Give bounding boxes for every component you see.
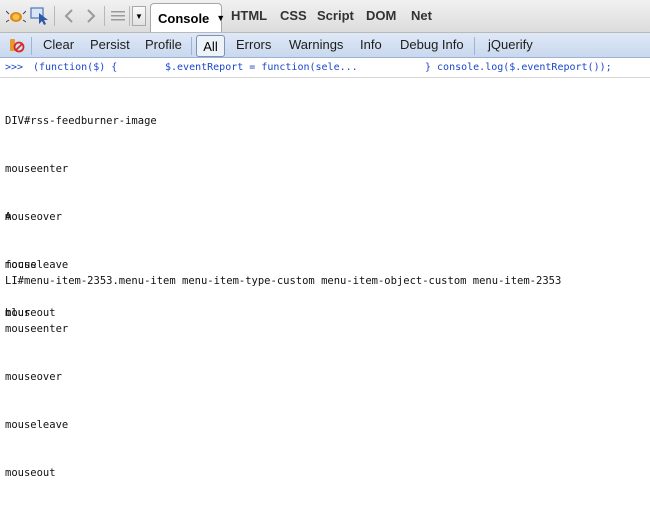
tab-css[interactable]: CSS [280, 8, 307, 23]
profile-button[interactable]: Profile [145, 37, 182, 52]
command-text-end: } console.log($.eventReport()); [425, 62, 612, 73]
tab-script[interactable]: Script [317, 8, 354, 23]
chevron-down-icon[interactable]: ▼ [216, 13, 225, 23]
persist-button[interactable]: Persist [90, 37, 130, 52]
log-line: mouseenter [5, 323, 69, 335]
menu-icon[interactable] [107, 6, 129, 26]
log-group: LI#menu-item-2353.menu-item menu-item-ty… [5, 241, 561, 513]
log-line: mouseenter [5, 163, 69, 175]
tab-net[interactable]: Net [411, 8, 432, 23]
console-toolbar: Clear Persist Profile All Errors Warning… [0, 33, 650, 58]
inspect-pointer-icon[interactable] [29, 6, 51, 26]
log-line: mouseleave [5, 419, 69, 431]
filter-all-button[interactable]: All [196, 35, 225, 57]
tab-dom[interactable]: DOM [366, 8, 396, 23]
log-line: mouseover [5, 371, 62, 383]
toolbar-separator [191, 37, 192, 55]
toolbar-separator [474, 37, 475, 55]
command-line[interactable]: >>> (function($) { $.eventReport = funct… [0, 58, 650, 78]
command-prompt: >>> [5, 62, 24, 73]
panel-dropdown-button[interactable]: ▼ [132, 6, 146, 26]
forward-icon[interactable] [80, 6, 102, 26]
toolbar-separator [104, 6, 105, 26]
command-text-middle: $.eventReport = function(sele... [165, 62, 358, 73]
log-line: LI#menu-item-2353.menu-item menu-item-ty… [5, 275, 562, 287]
toolbar-separator [31, 37, 32, 55]
log-line: A [5, 211, 12, 223]
filter-info-button[interactable]: Info [360, 37, 382, 52]
firebug-bug-icon[interactable] [5, 6, 27, 26]
command-text-start: (function($) { [33, 62, 118, 73]
filter-debug-info-button[interactable]: Debug Info [400, 37, 464, 52]
filter-all-label: All [203, 38, 218, 54]
tab-html[interactable]: HTML [231, 8, 267, 23]
tab-console[interactable]: Console ▼ [150, 3, 225, 32]
back-icon[interactable] [58, 6, 80, 26]
clear-console-icon[interactable] [5, 35, 27, 55]
log-line: mouseout [5, 467, 56, 479]
clear-button[interactable]: Clear [43, 37, 74, 52]
dropdown-arrow-icon: ▼ [135, 11, 143, 21]
tab-console-label: Console [158, 10, 210, 26]
jquerify-button[interactable]: jQuerify [488, 37, 533, 52]
filter-warnings-button[interactable]: Warnings [289, 37, 343, 52]
toolbar-separator [54, 6, 55, 26]
firebug-tab-bar: ▼ Console ▼ HTML CSS Script DOM Net [0, 0, 650, 33]
log-line: DIV#rss-feedburner-image [5, 115, 157, 127]
toolbar-separator [129, 6, 130, 26]
filter-errors-button[interactable]: Errors [236, 37, 271, 52]
